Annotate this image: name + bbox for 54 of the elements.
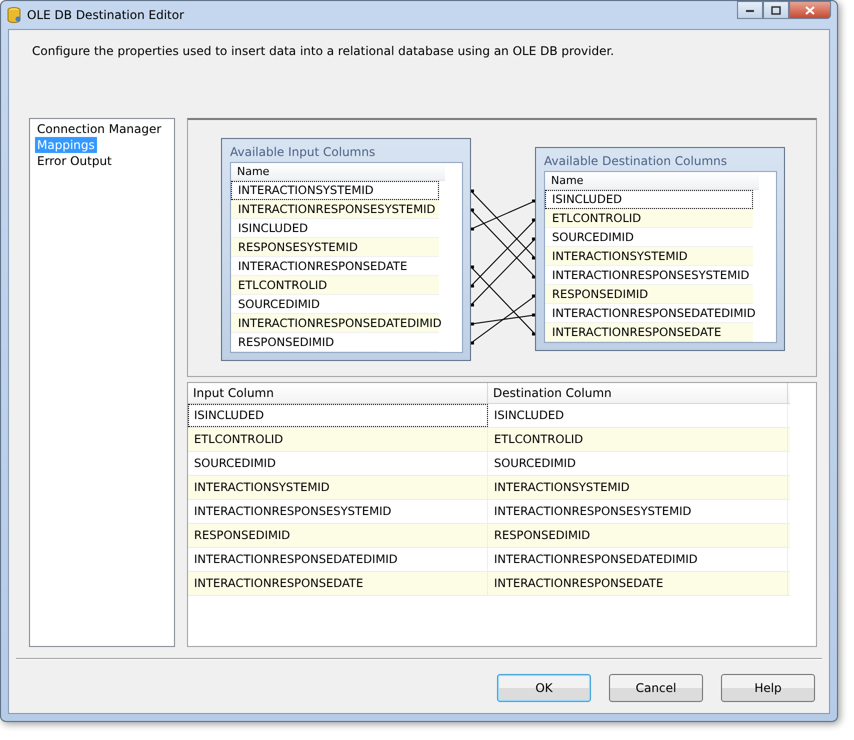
input-column-item[interactable]: INTERACTIONRESPONSEDATEDIMID — [231, 314, 439, 333]
table-cell[interactable]: ISINCLUDED — [188, 404, 488, 427]
mapping-line[interactable] — [471, 190, 535, 260]
panel-title: Available Input Columns — [230, 145, 376, 159]
column-header[interactable]: Input Column — [188, 383, 488, 403]
table-cell[interactable]: ETLCONTROLID — [188, 428, 488, 451]
mapping-line[interactable] — [471, 218, 535, 288]
mapping-line[interactable] — [471, 208, 535, 278]
mapping-line[interactable] — [471, 238, 535, 306]
table-cell[interactable]: INTERACTIONRESPONSEDATE — [188, 572, 488, 595]
table-cell[interactable]: INTERACTIONSYSTEMID — [188, 476, 488, 499]
close-button[interactable] — [789, 1, 831, 19]
dialog-button[interactable]: OK — [497, 674, 591, 702]
table-cell[interactable]: INTERACTIONRESPONSEDATE — [488, 572, 788, 595]
dialog-button[interactable]: Help — [721, 674, 815, 702]
minimize-button[interactable] — [737, 1, 763, 19]
destination-column-item[interactable]: INTERACTIONSYSTEMID — [545, 247, 753, 266]
destination-column-item[interactable]: ETLCONTROLID — [545, 209, 753, 228]
input-column-item[interactable]: RESPONSESYSTEMID — [231, 238, 439, 257]
page-list-item[interactable]: Error Output — [35, 153, 114, 169]
input-column-item[interactable]: INTERACTIONSYSTEMID — [231, 181, 439, 200]
table-cell[interactable]: INTERACTIONRESPONSESYSTEMID — [488, 500, 788, 523]
mapping-line[interactable] — [471, 294, 535, 344]
table-cell[interactable]: ETLCONTROLID — [488, 428, 788, 451]
table-cell[interactable]: SOURCEDIMID — [188, 452, 488, 475]
destination-column-item[interactable]: ISINCLUDED — [545, 190, 753, 209]
database-icon — [7, 7, 21, 23]
minimize-icon — [745, 7, 755, 13]
maximize-icon — [771, 6, 781, 14]
destination-column-item[interactable]: RESPONSEDIMID — [545, 285, 753, 304]
panel-title: Available Destination Columns — [544, 154, 728, 168]
close-icon — [805, 6, 815, 14]
table-cell[interactable]: INTERACTIONRESPONSESYSTEMID — [188, 500, 488, 523]
dialog-button[interactable]: Cancel — [609, 674, 703, 702]
maximize-button[interactable] — [763, 1, 789, 19]
column-header[interactable]: Destination Column — [488, 383, 788, 403]
destination-column-item[interactable]: INTERACTIONRESPONSEDATE — [545, 323, 753, 342]
mapping-line[interactable] — [471, 314, 535, 326]
input-column-item[interactable]: ETLCONTROLID — [231, 276, 439, 295]
table-cell[interactable]: ISINCLUDED — [488, 404, 788, 427]
table-cell[interactable]: INTERACTIONSYSTEMID — [488, 476, 788, 499]
page-list-item[interactable]: Connection Manager — [35, 121, 164, 137]
input-column-item[interactable]: INTERACTIONRESPONSESYSTEMID — [231, 200, 439, 219]
description-text: Configure the properties used to insert data into a relational database using an OLE DB provider. — [32, 44, 616, 60]
table-cell[interactable]: SOURCEDIMID — [488, 452, 788, 475]
mapping-line[interactable] — [471, 266, 535, 336]
column-header: Name — [231, 163, 445, 181]
table-cell[interactable]: INTERACTIONRESPONSEDATEDIMID — [488, 548, 788, 571]
mapping-line[interactable] — [471, 200, 535, 230]
table-cell[interactable]: RESPONSEDIMID — [188, 524, 488, 547]
column-header: Name — [545, 172, 759, 190]
window-title: OLE DB Destination Editor — [27, 8, 186, 22]
table-cell[interactable]: RESPONSEDIMID — [488, 524, 788, 547]
table-cell[interactable]: INTERACTIONRESPONSEDATEDIMID — [188, 548, 488, 571]
